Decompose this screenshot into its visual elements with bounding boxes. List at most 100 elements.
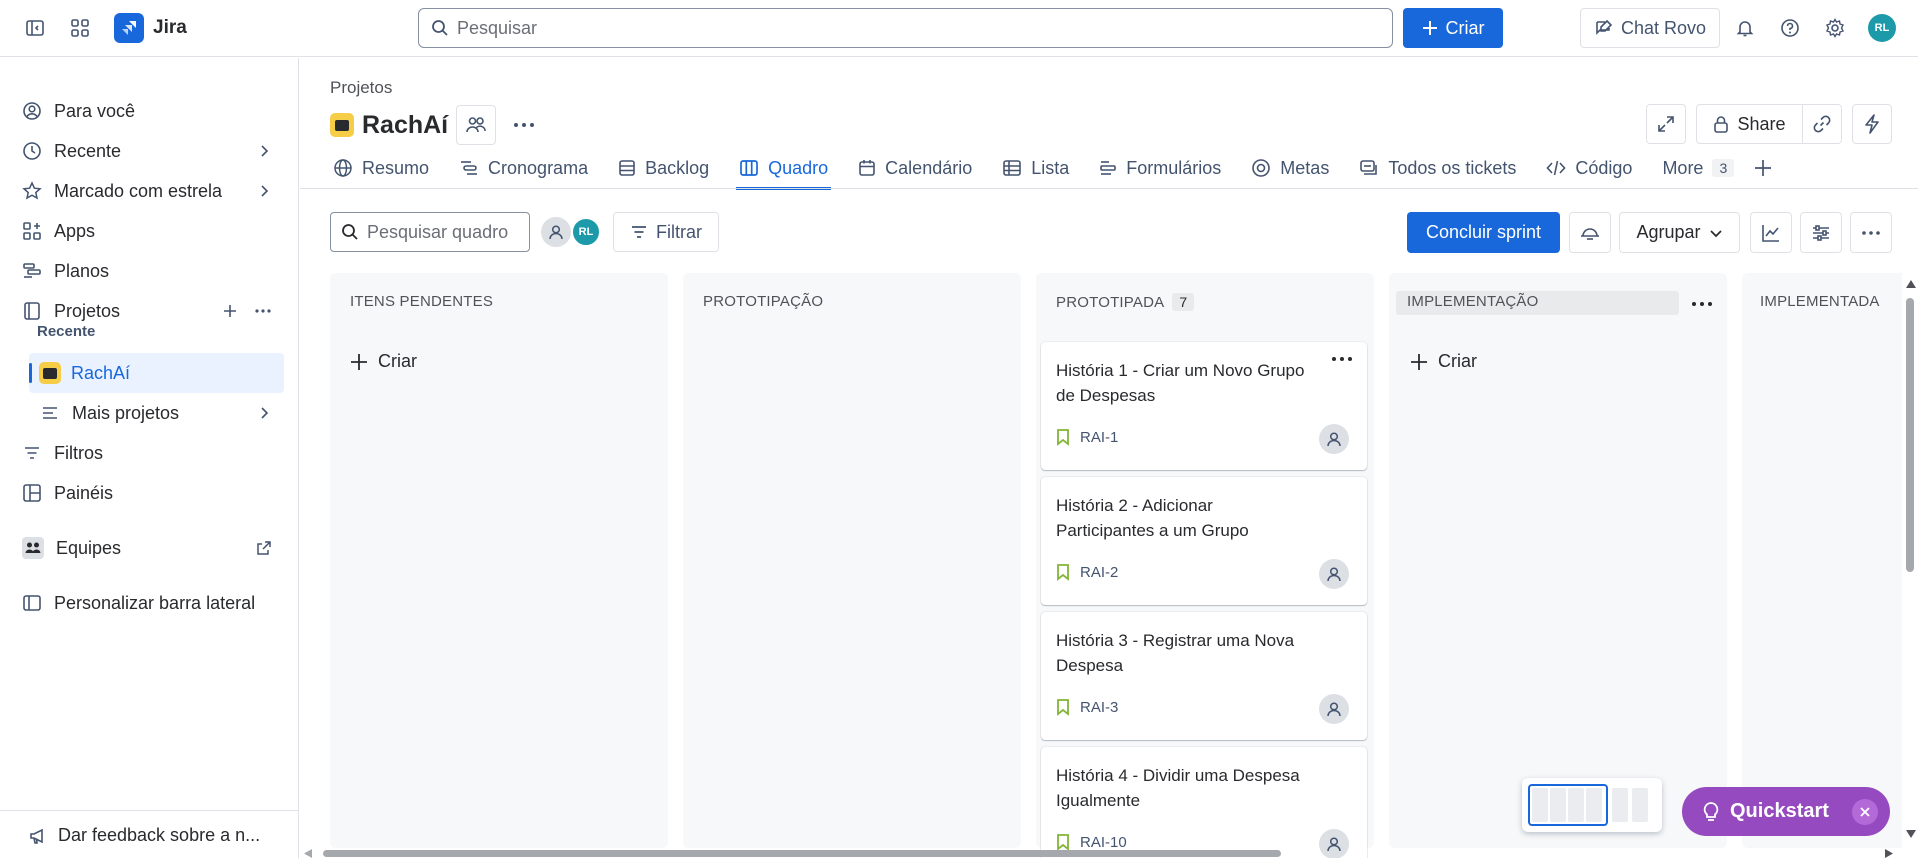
quickstart-button[interactable]: Quickstart <box>1682 787 1890 836</box>
board-icon <box>739 159 759 177</box>
more-options-icon[interactable] <box>254 308 272 314</box>
chart-insights-icon[interactable] <box>1750 212 1792 253</box>
sidebar-item-dashboards[interactable]: Painéis <box>22 475 284 511</box>
user-icon <box>1325 700 1343 718</box>
copy-link-icon[interactable] <box>1802 104 1842 144</box>
group-by-dropdown[interactable]: Agrupar <box>1619 212 1740 253</box>
user-icon <box>1325 835 1343 853</box>
vertical-scrollbar-thumb[interactable] <box>1906 298 1914 572</box>
tab-goals[interactable]: Metas <box>1248 152 1332 184</box>
tab-forms[interactable]: Formulários <box>1096 152 1224 184</box>
sidebar-item-label: Mais projetos <box>72 402 180 423</box>
tab-more[interactable]: More 3 <box>1659 152 1737 184</box>
assignee-avatar[interactable] <box>1319 559 1349 589</box>
unassigned-avatar[interactable] <box>541 217 571 247</box>
tab-calendar[interactable]: Calendário <box>855 152 975 184</box>
board-minimap[interactable] <box>1522 778 1662 832</box>
tab-timeline[interactable]: Cronograma <box>456 152 591 184</box>
sidebar-item-for-you[interactable]: Para você <box>22 93 284 129</box>
board-more-icon[interactable] <box>1850 212 1892 253</box>
tab-code[interactable]: Código <box>1543 152 1635 184</box>
sidebar: Para você Recente Marcado com estrela Ap… <box>0 58 299 858</box>
add-tab-plus-icon[interactable] <box>1751 152 1775 184</box>
add-project-plus-icon[interactable] <box>222 303 238 319</box>
projects-icon <box>22 301 42 321</box>
column-title-text: PROTOTIPAÇÃO <box>703 293 824 310</box>
filter-icon <box>22 443 42 463</box>
jira-logo[interactable]: Jira <box>114 13 187 43</box>
share-button[interactable]: Share <box>1696 104 1802 144</box>
project-more-icon[interactable] <box>504 105 544 145</box>
complete-sprint-button[interactable]: Concluir sprint <box>1407 212 1560 253</box>
issue-card[interactable]: História 3 - Registrar uma Nova Despesa … <box>1041 612 1367 740</box>
user-avatar-filter[interactable]: RL <box>571 217 601 247</box>
board-search-input[interactable]: Pesquisar quadro <box>330 212 530 252</box>
settings-gear-icon[interactable] <box>1819 12 1851 44</box>
sidebar-item-customize[interactable]: Personalizar barra lateral <box>22 585 284 621</box>
horizontal-scrollbar-thumb[interactable] <box>323 850 1281 857</box>
close-icon[interactable] <box>1852 799 1878 825</box>
sidebar-item-more-projects[interactable]: Mais projetos <box>40 395 284 431</box>
tab-label: Calendário <box>885 157 973 178</box>
sidebar-toggle-icon[interactable] <box>19 12 51 44</box>
tab-label: Backlog <box>645 157 710 178</box>
issue-key-text: RAI-2 <box>1080 563 1119 581</box>
fullscreen-icon[interactable] <box>1646 104 1686 144</box>
list-lines-icon <box>40 403 60 423</box>
create-button[interactable]: Criar <box>1403 8 1503 48</box>
forms-icon <box>1099 159 1117 177</box>
view-settings-icon[interactable] <box>1800 212 1842 253</box>
card-more-icon[interactable] <box>1331 356 1353 362</box>
sidebar-item-teams[interactable]: Equipes <box>22 530 284 566</box>
tab-board[interactable]: Quadro <box>736 152 832 190</box>
column-more-icon[interactable] <box>1691 301 1713 307</box>
tab-label: Lista <box>1031 157 1070 178</box>
sidebar-item-apps[interactable]: Apps <box>22 213 284 249</box>
sprint-insights-icon[interactable] <box>1569 212 1611 253</box>
sidebar-item-starred[interactable]: Marcado com estrela <box>22 173 284 209</box>
issue-card[interactable]: História 4 - Dividir uma Despesa Igualme… <box>1041 747 1367 858</box>
sidebar-item-recent[interactable]: Recente <box>22 133 284 169</box>
create-issue-button[interactable]: Criar <box>350 351 417 372</box>
chevron-right-icon <box>256 143 272 159</box>
issue-card[interactable]: História 1 - Criar um Novo Grupo de Desp… <box>1041 342 1367 470</box>
sidebar-item-plans[interactable]: Planos <box>22 253 284 289</box>
globe-icon <box>333 158 353 178</box>
create-label: Criar <box>1445 17 1485 38</box>
filter-button[interactable]: Filtrar <box>613 212 719 252</box>
user-avatar[interactable]: RL <box>1866 12 1898 44</box>
help-icon[interactable] <box>1774 12 1806 44</box>
app-switcher-icon[interactable] <box>64 12 96 44</box>
scroll-down-arrow-icon[interactable] <box>1906 830 1916 838</box>
create-issue-button[interactable]: Criar <box>1410 351 1477 372</box>
filter-icon <box>630 223 648 241</box>
column-title: PROTOTIPADA 7 <box>1056 293 1195 311</box>
scroll-left-arrow-icon[interactable] <box>304 849 312 858</box>
team-members-button[interactable] <box>456 105 497 145</box>
issue-key: RAI-1 <box>1056 428 1118 446</box>
clock-icon <box>22 141 42 161</box>
sidebar-item-project-rachai[interactable]: RachAí <box>29 353 284 393</box>
tab-all-tickets[interactable]: Todos os tickets <box>1356 152 1519 184</box>
sidebar-item-label: Planos <box>54 260 110 281</box>
sidebar-item-label: RachAí <box>71 362 131 383</box>
issue-title: História 2 - Adicionar Participantes a u… <box>1056 496 1249 540</box>
sidebar-item-filters[interactable]: Filtros <box>22 435 284 471</box>
automation-lightning-icon[interactable] <box>1852 104 1892 144</box>
assignee-avatar[interactable] <box>1319 424 1349 454</box>
code-icon <box>1546 159 1566 177</box>
feedback-link[interactable]: Dar feedback sobre a n... <box>0 810 299 858</box>
scroll-right-arrow-icon[interactable] <box>1885 849 1893 858</box>
issue-card[interactable]: História 2 - Adicionar Participantes a u… <box>1041 477 1367 605</box>
chat-rovo-button[interactable]: Chat Rovo <box>1580 8 1720 48</box>
project-icon <box>330 113 354 137</box>
tab-list[interactable]: Lista <box>999 152 1072 184</box>
assignee-avatar[interactable] <box>1319 829 1349 858</box>
global-search-input[interactable]: Pesquisar <box>418 8 1393 48</box>
breadcrumb[interactable]: Projetos <box>330 78 392 98</box>
tab-summary[interactable]: Resumo <box>330 152 432 184</box>
assignee-avatar[interactable] <box>1319 694 1349 724</box>
scroll-up-arrow-icon[interactable] <box>1906 280 1916 288</box>
notifications-bell-icon[interactable] <box>1729 12 1761 44</box>
tab-backlog[interactable]: Backlog <box>615 152 712 184</box>
